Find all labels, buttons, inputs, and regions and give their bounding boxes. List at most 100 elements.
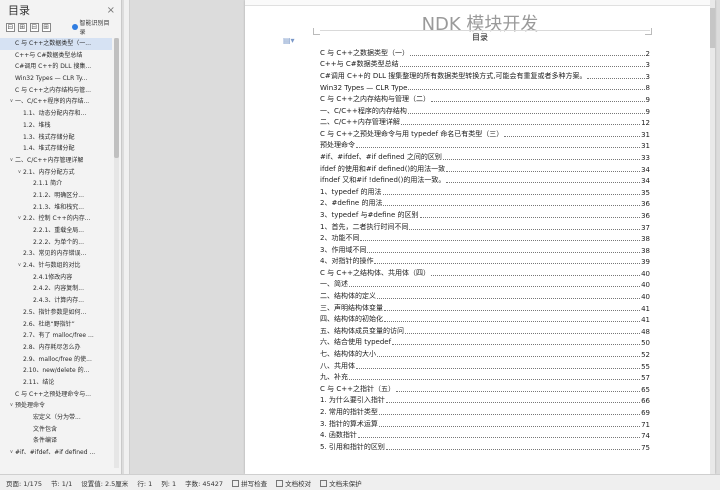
close-icon[interactable]: ×	[107, 5, 115, 16]
toc-item[interactable]: 2.1.1 简介	[0, 178, 112, 190]
toc-item[interactable]: 1.2、堆栈	[0, 120, 112, 132]
expand-level-icon[interactable]: ⊞	[41, 22, 51, 32]
toc-item[interactable]: 1.1、动态分配内存和...	[0, 108, 112, 120]
toc-item[interactable]: 1.4、堆式存储分配	[0, 143, 112, 155]
toc-item[interactable]: C 与 C++之内存结构与管...	[0, 85, 112, 97]
chevron-down-icon[interactable]: ∨	[16, 167, 23, 179]
toc-item[interactable]: Win32 Types — CLR Ty...	[0, 73, 112, 85]
collapse-all-icon[interactable]: ⊟	[6, 22, 15, 32]
toc-entry[interactable]: 3. 指针的算术运算 71	[320, 417, 650, 429]
toc-list: C 与 C++之数据类型（一... C++与 C#数据类型总结 C#调用 C++的 …	[0, 38, 112, 468]
toc-item[interactable]: C#调用 C++的 DLL 搜集...	[0, 61, 112, 73]
toc-item[interactable]: 条件编译	[0, 435, 112, 447]
doc-check-button[interactable]: 文档校对	[276, 478, 311, 488]
toc-entry[interactable]: ifdef 的使用和#if defined()的用法一致 34	[320, 162, 650, 174]
toc-entry[interactable]: 预处理命令 31	[320, 139, 650, 150]
toc-entry[interactable]: 5. 引用和指针的区别 75	[320, 440, 650, 452]
toc-entry[interactable]: 2、#define 的用法 36	[320, 197, 650, 208]
expand-all-icon[interactable]: ⊞	[17, 22, 27, 32]
toc-scrollbar[interactable]	[114, 38, 119, 468]
toc-item[interactable]: 2.5、指针参数是如何...	[0, 307, 112, 319]
toc-entry[interactable]: 一、简述 40	[320, 278, 650, 289]
toc-scrollbar-thumb[interactable]	[114, 38, 119, 158]
toc-item[interactable]: 2.4.2、内容复制...	[0, 283, 112, 295]
toc-entry-title: 3、作用域不同	[320, 245, 367, 254]
toc-entry[interactable]: 1. 为什么要引入指针 66	[320, 394, 650, 405]
document-scrollbar[interactable]	[710, 0, 715, 474]
toc-entry[interactable]: 一、C/C++程序的内存结构 9	[320, 104, 650, 116]
toc-entry[interactable]: C++与 C#数据类型总结 3	[320, 58, 650, 69]
toc-entry[interactable]: Win32 Types — CLR Type 8	[320, 81, 650, 92]
toc-item[interactable]: C 与 C++之数据类型（一...	[0, 38, 112, 50]
chevron-down-icon[interactable]: ∨	[8, 155, 15, 167]
toc-item[interactable]: ∨ 预处理命令	[0, 400, 112, 412]
toc-item[interactable]: ∨ 2.4、针与数组的对比	[0, 260, 112, 272]
toc-entry[interactable]: 七、结构体的大小 52	[320, 347, 650, 359]
toc-entry[interactable]: #if、#ifdef、#if defined 之间的区别 33	[320, 150, 650, 162]
toc-entry[interactable]: C 与 C++之预处理命令与用 typedef 命名已有类型（三） 31	[320, 127, 650, 139]
toc-item[interactable]: 2.11、结论	[0, 377, 112, 389]
toc-entry[interactable]: 五、结构体成员变量的访问 48	[320, 324, 650, 336]
toc-item[interactable]: 2.1.2、明确区分...	[0, 190, 112, 202]
toc-item[interactable]: 2.2.1、重载全局...	[0, 225, 112, 237]
spell-check-button[interactable]: 拼写检查	[232, 478, 267, 488]
toc-entry[interactable]: 六、结合使用 typedef 50	[320, 336, 650, 347]
toc-panel-header: 目录 ×	[0, 0, 121, 20]
toc-entry[interactable]: C 与 C++之指针（五） 65	[320, 382, 650, 394]
toc-item[interactable]: 2.3、常见的内存错误...	[0, 248, 112, 260]
toc-item[interactable]: ∨ #if、#ifdef、#if defined ...	[0, 447, 112, 459]
toc-item[interactable]: 2.1.3、堆和栈究...	[0, 202, 112, 214]
toc-item[interactable]: 2.7、有了 malloc/free ...	[0, 330, 112, 342]
chevron-down-icon[interactable]: ∨	[8, 400, 15, 412]
toc-item[interactable]: 2.9、malloc/free 的使...	[0, 354, 112, 366]
status-words[interactable]: 字数: 45427	[185, 478, 223, 488]
toc-entry[interactable]: 4、对指针的操作 39	[320, 255, 650, 266]
toc-entry[interactable]: 九、补充 57	[320, 371, 650, 382]
toc-entry[interactable]: 4. 函数指针 74	[320, 429, 650, 440]
toc-item[interactable]: 文件包含	[0, 424, 112, 436]
toc-item[interactable]: ∨ 2.2、控制 C++的内存...	[0, 213, 112, 225]
toc-item[interactable]: 2.10、new/delete 的...	[0, 365, 112, 377]
toc-entry[interactable]: 2、功能不同 38	[320, 232, 650, 243]
toc-item[interactable]: C++与 C#数据类型总结	[0, 50, 112, 62]
toc-item[interactable]: 宏定义（分为带...	[0, 412, 112, 424]
toc-item[interactable]: 2.8、内存耗尽怎么办	[0, 342, 112, 354]
toc-item[interactable]: 2.2.2、为单个的...	[0, 237, 112, 249]
toc-entry[interactable]: 四、结构体的初始化 41	[320, 313, 650, 324]
chevron-down-icon[interactable]: ∨	[16, 260, 23, 272]
toc-item[interactable]: ∨ 二、C/C++内存管理详解	[0, 155, 112, 167]
toc-entry[interactable]: C 与 C++之内存结构与管理（二） 9	[320, 92, 650, 104]
toc-entry[interactable]: 3、作用域不同 38	[320, 243, 650, 255]
toc-entry[interactable]: C 与 C++之数据类型（一） 2	[320, 46, 650, 58]
collapse-level-icon[interactable]: ⊟	[29, 22, 39, 32]
toc-entry[interactable]: 2. 常用的指针类型 69	[320, 405, 650, 417]
status-page[interactable]: 页面: 1/175	[6, 478, 42, 488]
toc-entry[interactable]: 三、声明结构体变量 41	[320, 301, 650, 313]
chevron-down-icon[interactable]: ∨	[8, 96, 15, 108]
chevron-down-icon[interactable]: ∨	[8, 447, 15, 459]
toc-item[interactable]: ∨ 2.1、内存分配方式	[0, 167, 112, 179]
smart-toc-button[interactable]: 智能识别目录	[71, 18, 115, 36]
toc-entry[interactable]: C 与 C++之结构体、共用体（四） 40	[320, 266, 650, 278]
toc-item[interactable]: 2.4.1修改内容	[0, 272, 112, 284]
toc-entry[interactable]: 二、C/C++内存管理详解 12	[320, 116, 650, 127]
toc-entry[interactable]: C#调用 C++的 DLL 搜集整理的所有数据类型转换方式,可能会有重复或者多种…	[320, 69, 650, 81]
toc-entry[interactable]: 八、共用体 55	[320, 359, 650, 371]
toc-item[interactable]: 2.6、杜绝“野指针”	[0, 319, 112, 331]
toc-entry[interactable]: ifndef 又和#if !defined()的用法一致。 34	[320, 174, 650, 185]
toc-item[interactable]: 1.3、栈式存储分配	[0, 132, 112, 144]
toc-entry-leader	[587, 77, 645, 79]
protect-button[interactable]: 文档未保护	[320, 478, 362, 488]
toc-entry[interactable]: 3、typedef 与#define 的区别 36	[320, 208, 650, 220]
document-scrollbar-thumb[interactable]	[710, 8, 715, 48]
chevron-down-icon[interactable]: ∨	[16, 213, 23, 225]
toc-item[interactable]: ∨ 一、C/C++程序的内存结...	[0, 96, 112, 108]
toc-entry[interactable]: 二、结构体的定义 40	[320, 289, 650, 301]
toc-entry-title: 五、结构体成员变量的访问	[320, 326, 404, 335]
paragraph-layout-icon[interactable]: ▤▾	[283, 36, 295, 45]
toc-entry[interactable]: 1、typedef 的用法 35	[320, 185, 650, 197]
toc-item-label: 2.1、内存分配方式	[23, 168, 75, 176]
toc-item[interactable]: C 与 C++之预处理命令与...	[0, 389, 112, 401]
toc-item[interactable]: 2.4.3、计算内存...	[0, 295, 112, 307]
toc-entry[interactable]: 1、首先，二者执行时间不同 37	[320, 220, 650, 232]
